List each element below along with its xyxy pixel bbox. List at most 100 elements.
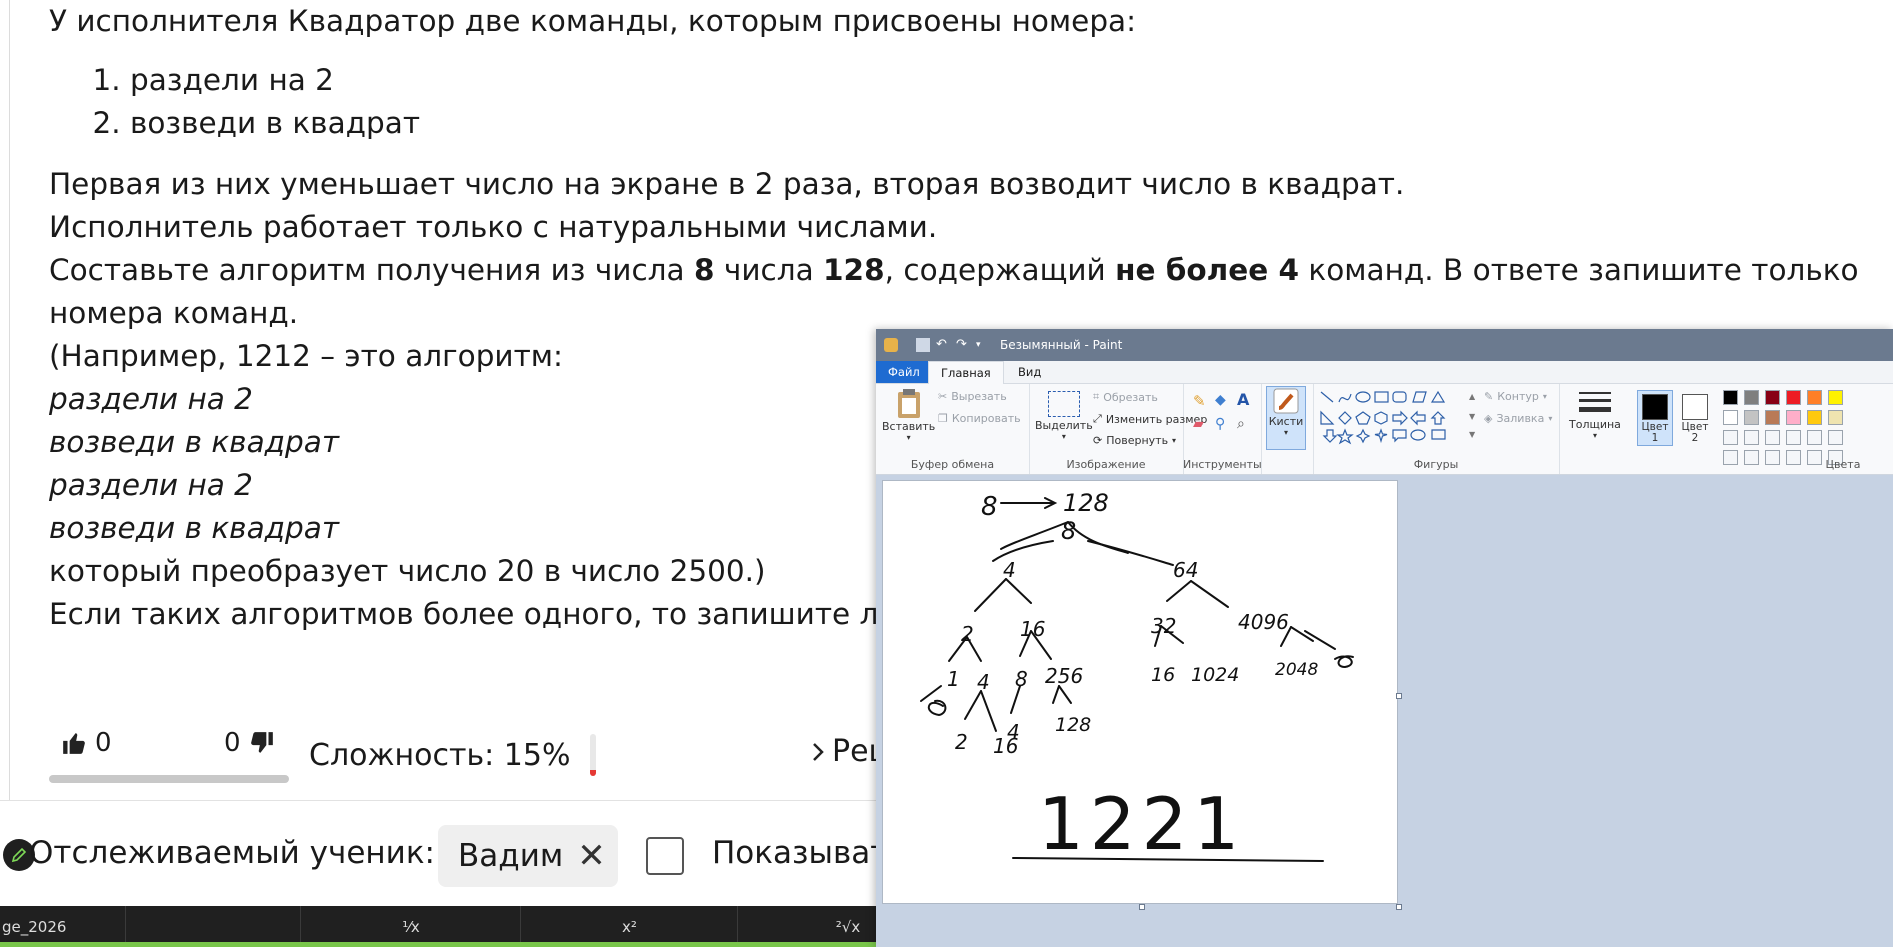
paint-window: ↶ ↷ ▾ Безымянный - Paint Файл Главная Ви… — [876, 329, 1893, 947]
command-list: раздели на 2 возведи в квадрат — [49, 59, 1869, 145]
rotate-icon: ⟳ — [1093, 434, 1103, 447]
color-swatch[interactable] — [1828, 410, 1843, 425]
tree-edge — [1005, 578, 1032, 604]
eraser-icon[interactable]: ▰ — [1193, 416, 1204, 432]
fill-button[interactable]: ◈ Заливка ▾ — [1484, 412, 1552, 425]
color-swatch[interactable] — [1744, 450, 1759, 465]
color-picker-icon[interactable]: ⚲ — [1215, 416, 1225, 432]
crop-icon: ⌗ — [1093, 390, 1100, 403]
colors-group-label: Цвета — [1825, 458, 1861, 471]
tree-edge — [974, 578, 1007, 612]
color-swatch[interactable] — [1765, 450, 1780, 465]
color-swatch[interactable] — [1744, 390, 1759, 405]
colors-group: Цвет 1 Цвет 2 Цвета — [1631, 384, 1893, 474]
color-swatch[interactable] — [1744, 410, 1759, 425]
color1-swatch — [1642, 394, 1668, 420]
select-button[interactable]: Выделить ▾ — [1035, 388, 1093, 441]
copy-button[interactable]: ❐ Копировать — [938, 412, 1021, 425]
drawn-number: 2 — [955, 730, 968, 754]
tab-home[interactable]: Главная — [928, 361, 1004, 384]
save-icon[interactable] — [916, 338, 930, 352]
undo-icon[interactable]: ↶ — [936, 338, 950, 352]
drawn-number: 16 — [1020, 617, 1045, 641]
color2-button[interactable]: Цвет 2 — [1677, 390, 1713, 446]
color-swatch[interactable] — [1828, 430, 1843, 445]
paint-title: Безымянный - Paint — [1000, 338, 1123, 352]
color-swatch[interactable] — [1786, 430, 1801, 445]
upvote-button[interactable]: 0 — [61, 728, 112, 758]
color-swatch[interactable] — [1807, 430, 1822, 445]
resize-icon: ⤢ — [1093, 412, 1102, 425]
color-swatch[interactable] — [1744, 430, 1759, 445]
drawn-number: 8 — [1015, 667, 1028, 691]
color-swatch[interactable] — [1765, 410, 1780, 425]
scroll-up-icon[interactable]: ▲ — [1469, 392, 1475, 401]
rotate-button[interactable]: ⟳ Повернуть ▾ — [1093, 434, 1176, 447]
difficulty: Сложность: 15% — [309, 734, 597, 776]
color-swatch[interactable] — [1723, 450, 1738, 465]
tree-edge — [1058, 685, 1072, 704]
color-swatch[interactable] — [1828, 390, 1843, 405]
color-swatch[interactable] — [1786, 390, 1801, 405]
outline-button[interactable]: ✎ Контур ▾ — [1484, 390, 1547, 403]
tree-edge — [920, 685, 942, 702]
calc-key-square[interactable]: x² — [520, 906, 738, 947]
drawn-number: 256 — [1045, 664, 1083, 688]
downvote-button[interactable]: 0 — [224, 728, 275, 758]
color-swatch[interactable] — [1807, 390, 1822, 405]
resize-handle[interactable] — [1139, 904, 1145, 910]
taskbar-item[interactable]: ge_2026 — [0, 906, 127, 947]
tab-file[interactable]: Файл — [876, 361, 932, 383]
command-item: возведи в квадрат — [130, 102, 1869, 145]
expand-gallery-icon[interactable]: ▼ — [1469, 430, 1475, 439]
color-swatch[interactable] — [1723, 410, 1738, 425]
chevron-down-icon: ▾ — [1542, 392, 1547, 401]
redo-icon[interactable]: ↷ — [956, 338, 970, 352]
shapes-gallery[interactable] — [1319, 390, 1469, 450]
color-swatch[interactable] — [1723, 430, 1738, 445]
drawn-number: 128 — [1055, 714, 1091, 736]
show-checkbox[interactable] — [646, 837, 684, 875]
resize-handle[interactable] — [1396, 693, 1402, 699]
paste-button[interactable]: Вставить ▾ — [882, 388, 935, 442]
color-swatch[interactable] — [1723, 390, 1738, 405]
drawn-number: 2 — [961, 622, 974, 646]
difficulty-fill — [590, 769, 597, 776]
brushes-button[interactable]: Кисти ▾ — [1266, 386, 1306, 450]
magnifier-icon[interactable]: ⌕ — [1237, 416, 1245, 432]
student-name: Вадим — [458, 838, 564, 874]
fill-bucket-icon[interactable]: ◆ — [1215, 392, 1226, 408]
tree-edge — [1304, 630, 1336, 650]
color-swatch[interactable] — [1765, 430, 1780, 445]
color1-button[interactable]: Цвет 1 — [1637, 390, 1673, 446]
drawn-answer: 1221 — [1038, 782, 1245, 866]
vote-panel: 0 0 — [49, 728, 289, 788]
customize-arrow-icon[interactable]: ▾ — [976, 338, 990, 352]
drawn-number: 4 — [1003, 558, 1016, 582]
drawing-canvas[interactable]: 8 128 8 4 64 2 16 32 4096 1 4 8 256 16 1… — [882, 480, 1398, 904]
pencil-icon[interactable]: ✎ — [1193, 392, 1206, 410]
scroll-down-icon[interactable]: ▼ — [1469, 412, 1475, 421]
tab-view[interactable]: Вид — [1006, 361, 1053, 383]
crop-button[interactable]: ⌗ Обрезать — [1093, 390, 1158, 404]
calc-key-reciprocal[interactable]: ¹⁄x — [300, 906, 521, 947]
close-icon[interactable]: ✕ — [577, 836, 606, 876]
brushes-group: Кисти ▾ — [1261, 384, 1314, 474]
copy-icon: ❐ — [938, 412, 948, 425]
color-swatch[interactable] — [1807, 410, 1822, 425]
resize-handle[interactable] — [1396, 904, 1402, 910]
clipboard-group-label: Буфер обмена — [910, 458, 995, 471]
size-button[interactable]: Толщина ▾ — [1569, 388, 1621, 440]
color-swatch[interactable] — [1786, 410, 1801, 425]
drawn-number: 4 — [977, 670, 990, 694]
student-chip[interactable]: Вадим ✕ — [438, 825, 618, 887]
cut-button[interactable]: ✂ Вырезать — [938, 390, 1007, 403]
color2-swatch — [1682, 394, 1708, 420]
color-swatch[interactable] — [1765, 390, 1780, 405]
ribbon: Вставить ▾ ✂ Вырезать ❐ Копировать Буфер о… — [876, 384, 1893, 475]
text-tool-icon[interactable]: A — [1237, 390, 1249, 409]
difficulty-label: Сложность: 15% — [309, 737, 571, 773]
page-border — [9, 0, 10, 800]
task-intro: У исполнителя Квадратор две команды, кот… — [49, 4, 1137, 38]
drawn-number: 8 — [981, 492, 998, 522]
